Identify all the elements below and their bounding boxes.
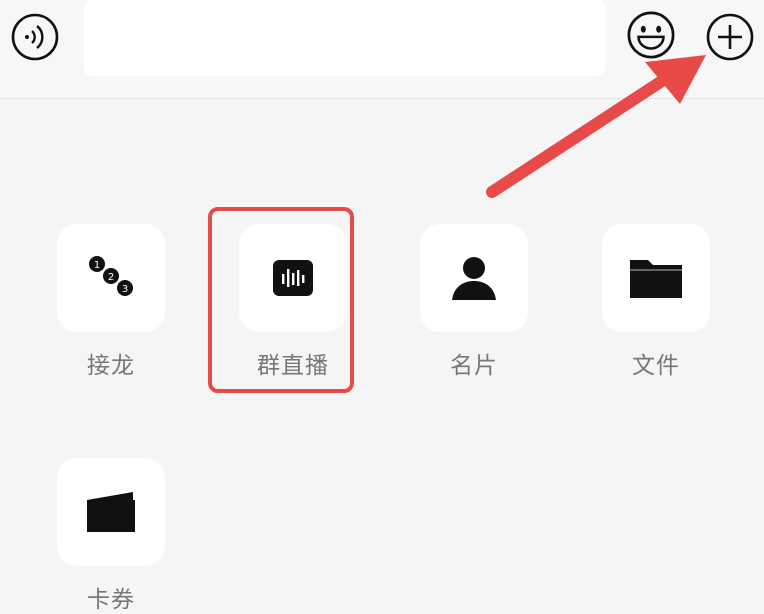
svg-text:2: 2 (108, 272, 114, 283)
panel-item-solitaire[interactable]: 1 2 3 接龙 (55, 224, 167, 380)
live-stream-icon (273, 260, 313, 296)
group-live-tile[interactable] (239, 224, 347, 332)
svg-text:3: 3 (122, 284, 128, 295)
voice-input-button[interactable] (10, 12, 60, 62)
solitaire-numbers-icon: 1 2 3 (89, 256, 133, 296)
message-input[interactable] (84, 0, 606, 76)
emoji-button[interactable] (626, 10, 676, 60)
wallet-card-icon (87, 492, 135, 532)
folder-icon (630, 260, 682, 298)
plus-circle-icon (706, 13, 754, 61)
contact-card-person-icon (452, 257, 496, 300)
panel-item-label: 卡券 (87, 587, 135, 613)
panel-item-file[interactable]: 文件 (600, 224, 712, 380)
panel-item-group-live[interactable]: 群直播 (237, 224, 349, 380)
panel-item-coupon[interactable]: 卡券 (55, 458, 167, 614)
svg-text:1: 1 (94, 260, 100, 271)
panel-item-label: 名片 (450, 353, 498, 379)
coupon-tile[interactable] (57, 458, 165, 566)
solitaire-tile[interactable]: 1 2 3 (57, 224, 165, 332)
chat-input-bar (0, 0, 764, 99)
panel-item-contact-card[interactable]: 名片 (418, 224, 530, 380)
emoji-icon (627, 11, 675, 59)
panel-item-label: 文件 (632, 353, 680, 379)
voice-input-icon (11, 13, 59, 61)
contact-card-tile[interactable] (420, 224, 528, 332)
panel-item-label: 接龙 (87, 353, 135, 379)
more-functions-button[interactable] (705, 12, 755, 62)
file-tile[interactable] (602, 224, 710, 332)
panel-item-label: 群直播 (257, 353, 329, 379)
